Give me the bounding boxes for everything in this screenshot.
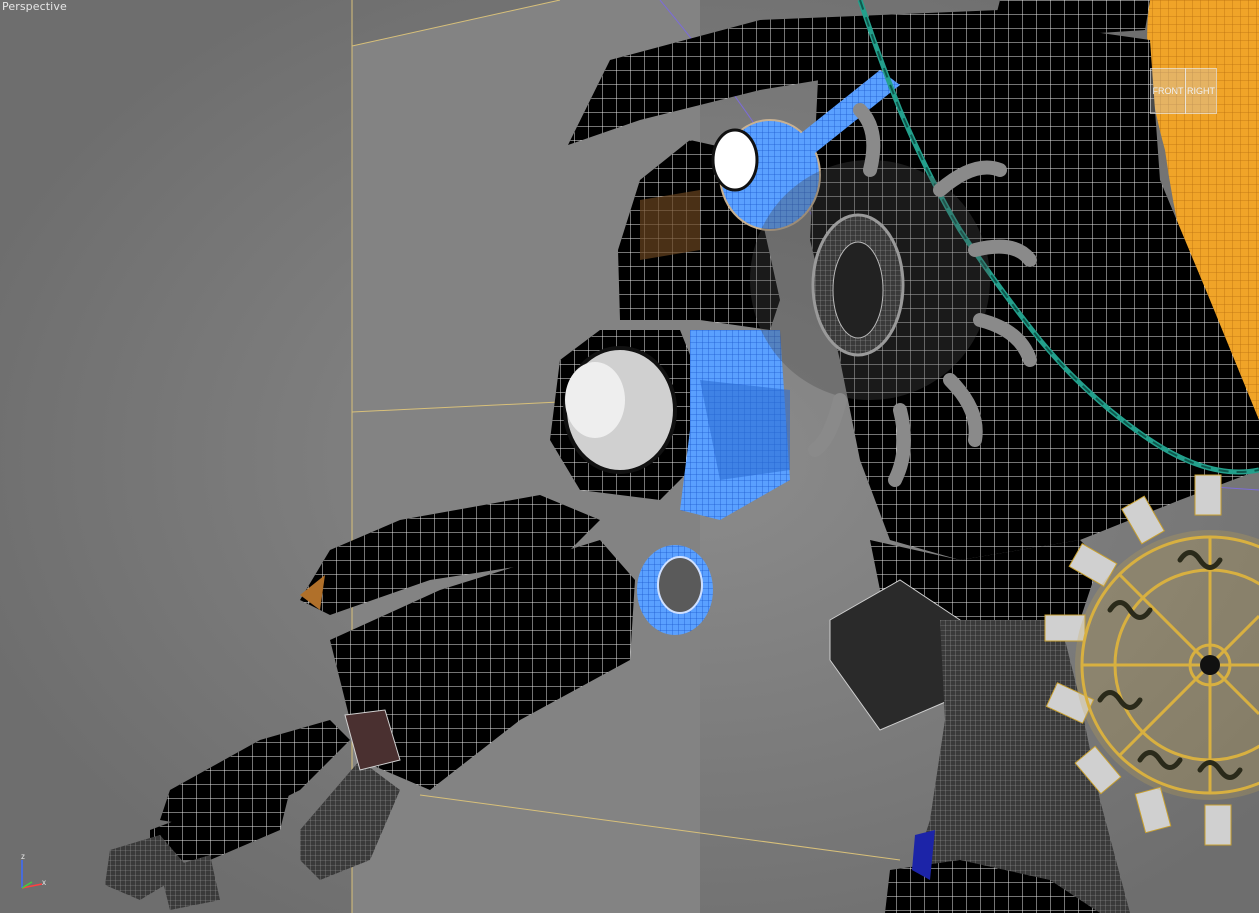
upper-arm-shading — [640, 190, 700, 260]
axis-tripod-icon: z x — [16, 850, 52, 892]
shoulder-socket — [711, 128, 759, 192]
scene-render[interactable] — [0, 0, 1259, 913]
viewcube-icon[interactable]: FRONT RIGHT — [1148, 62, 1220, 118]
axis-x-label: x — [42, 878, 46, 887]
viewport-label[interactable]: Perspective — [2, 0, 67, 13]
wrist-wheel-hub — [657, 556, 703, 614]
viewcube-front-face[interactable]: FRONT — [1150, 68, 1186, 114]
perspective-viewport[interactable]: Perspective FRONT RIGHT z x — [0, 0, 1259, 913]
viewcube-right-face[interactable]: RIGHT — [1185, 68, 1217, 114]
axis-z-label: z — [21, 852, 25, 861]
elbow-cap-highlight — [565, 362, 625, 438]
